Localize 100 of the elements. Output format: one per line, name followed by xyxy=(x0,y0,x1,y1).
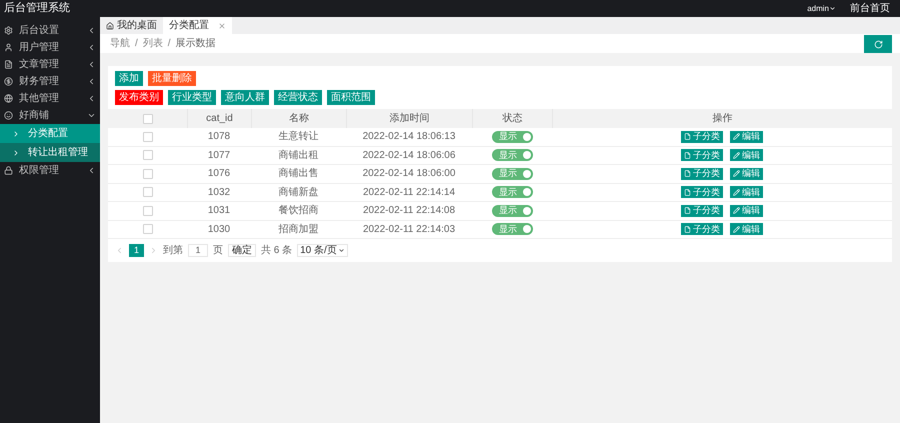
status-switch[interactable]: 显示 xyxy=(492,149,532,162)
table-cell-text: 1031 xyxy=(206,204,232,218)
status-switch[interactable]: 显示 xyxy=(492,130,532,143)
breadcrumb-separator: / xyxy=(168,37,171,51)
table-cell-text: 生意转让 xyxy=(278,130,320,144)
document-icon xyxy=(684,133,691,140)
chevron-icon xyxy=(12,148,20,156)
table-cell-text: 商铺新盘 xyxy=(278,186,320,200)
action-button[interactable]: 编辑 xyxy=(730,130,763,143)
status-switch[interactable]: 显示 xyxy=(492,186,532,198)
sidebar-item[interactable]: 用户管理 xyxy=(0,39,100,56)
action-label: 子分类 xyxy=(693,224,720,234)
action-button[interactable]: 子分类 xyxy=(681,223,723,236)
action-label: 子分类 xyxy=(693,169,720,178)
action-button[interactable]: 编辑 xyxy=(730,149,763,162)
pencil-icon xyxy=(733,226,740,233)
chevron-icon xyxy=(87,166,96,175)
toolbar-button[interactable]: 发布类别 xyxy=(115,90,163,105)
checkbox[interactable] xyxy=(142,114,152,124)
page-input[interactable]: 1 xyxy=(188,244,208,257)
globe-icon xyxy=(4,94,13,103)
action-button[interactable]: 子分类 xyxy=(681,186,723,198)
action-button[interactable]: 子分类 xyxy=(681,168,723,180)
action-button[interactable]: 编辑 xyxy=(730,223,763,236)
table-cell-text: 1077 xyxy=(206,148,232,163)
breadcrumb-link[interactable]: 展示数据 xyxy=(176,36,216,51)
table-cell-text: 商铺出售 xyxy=(278,166,320,182)
table-cell-text: 2022-02-14 18:06:00 xyxy=(362,167,456,182)
sidebar-item[interactable]: 权限管理 xyxy=(0,162,100,179)
refresh-button[interactable] xyxy=(864,35,892,53)
tab[interactable]: 分类配置 xyxy=(163,17,232,34)
column-header: 名称 xyxy=(251,109,346,128)
toolbar-button[interactable]: 行业类型 xyxy=(168,90,216,105)
document-icon xyxy=(684,207,691,214)
caret-icon xyxy=(829,5,836,12)
sidebar-subitem[interactable]: 转让出租管理 xyxy=(0,143,100,162)
coin-icon xyxy=(4,77,13,86)
toolbar-button[interactable]: 意向人群 xyxy=(221,90,269,105)
sidebar-item[interactable]: 文章管理 xyxy=(0,56,100,73)
action-label: 编辑 xyxy=(742,206,760,216)
action-button[interactable]: 子分类 xyxy=(681,204,723,217)
prev-page-icon[interactable] xyxy=(115,246,124,255)
document-icon xyxy=(684,152,691,159)
action-button[interactable]: 编辑 xyxy=(730,168,763,180)
document-icon xyxy=(684,226,691,233)
page-size-select[interactable]: 10 条/页 xyxy=(297,244,348,257)
table-cell-text: 2022-02-11 22:14:03 xyxy=(362,222,456,237)
status-switch[interactable]: 显示 xyxy=(492,204,532,217)
toolbar-button[interactable]: 批量删除 xyxy=(148,71,196,86)
pencil-icon xyxy=(733,152,740,159)
tab[interactable]: 我的桌面 xyxy=(100,17,163,34)
document-icon xyxy=(684,188,691,196)
action-button[interactable]: 编辑 xyxy=(730,204,763,217)
action-button[interactable]: 子分类 xyxy=(681,130,723,143)
sidebar-item[interactable]: 财务管理 xyxy=(0,73,100,90)
breadcrumb-link[interactable]: 导航 xyxy=(110,36,130,51)
action-button[interactable]: 编辑 xyxy=(730,186,763,198)
checkbox[interactable] xyxy=(142,168,152,179)
next-page-icon[interactable] xyxy=(149,246,158,255)
home-link[interactable]: 前台首页 xyxy=(850,1,890,16)
home-icon xyxy=(106,22,114,30)
table-cell-text: 2022-02-11 22:14:14 xyxy=(362,186,456,200)
checkbox[interactable] xyxy=(142,187,152,198)
action-button[interactable]: 子分类 xyxy=(681,149,723,162)
status-switch[interactable]: 显示 xyxy=(492,223,532,236)
checkbox[interactable] xyxy=(142,150,152,160)
action-label: 编辑 xyxy=(742,150,760,160)
page-unit: 页 xyxy=(213,244,223,258)
pencil-icon xyxy=(733,133,740,140)
table-cell-text: 餐饮招商 xyxy=(278,204,320,218)
toolbar-button[interactable]: 经营状态 xyxy=(274,90,322,105)
sidebar-item[interactable]: 其他管理 xyxy=(0,90,100,107)
status-switch[interactable]: 显示 xyxy=(492,168,532,180)
page-button[interactable]: 1 xyxy=(129,244,144,257)
toolbar-button[interactable]: 面积范围 xyxy=(327,90,375,105)
toolbar-button[interactable]: 添加 xyxy=(115,71,143,86)
table-cell-text: 2022-02-14 18:06:06 xyxy=(362,148,456,163)
close-icon[interactable] xyxy=(218,22,226,30)
breadcrumb-link[interactable]: 列表 xyxy=(142,36,163,51)
column-header: 状态 xyxy=(472,109,552,128)
checkbox[interactable] xyxy=(142,132,152,142)
table-cell-text: 2022-02-11 22:14:08 xyxy=(362,204,456,218)
goto-label: 到第 xyxy=(163,244,183,258)
table-cell-text: 1078 xyxy=(206,130,232,144)
sidebar-item[interactable]: 后台设置 xyxy=(0,22,100,39)
gear-icon xyxy=(4,26,13,35)
pencil-icon xyxy=(733,170,740,178)
lock-icon xyxy=(4,166,13,175)
checkbox[interactable] xyxy=(142,224,152,234)
checkbox[interactable] xyxy=(142,206,152,216)
user-menu[interactable]: admin xyxy=(807,2,836,14)
action-label: 编辑 xyxy=(742,132,760,142)
confirm-button[interactable]: 确定 xyxy=(228,244,256,257)
breadcrumb-separator: / xyxy=(135,37,138,51)
action-label: 子分类 xyxy=(693,206,720,216)
document-icon xyxy=(684,170,691,178)
sidebar-subitem[interactable]: 分类配置 xyxy=(0,124,100,143)
total-count: 共 6 条 xyxy=(261,244,292,258)
sidebar-item[interactable]: 好商铺 xyxy=(0,107,100,124)
action-label: 编辑 xyxy=(742,224,760,234)
